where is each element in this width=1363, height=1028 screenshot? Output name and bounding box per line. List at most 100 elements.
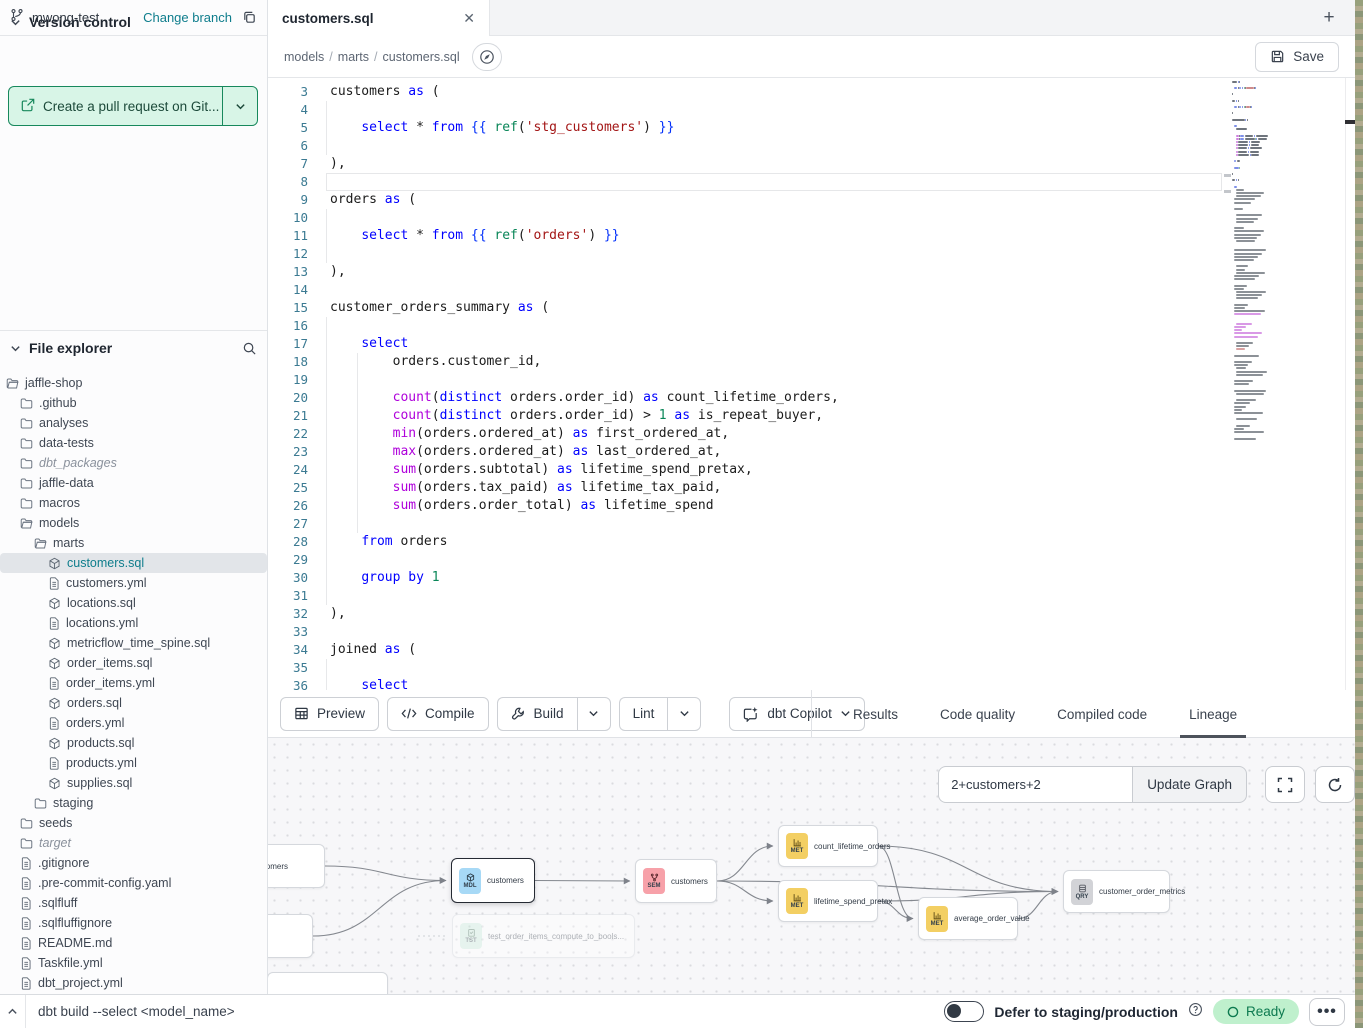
code-line-8[interactable]: 8 (268, 173, 1355, 191)
save-button[interactable]: Save (1255, 42, 1339, 72)
scrollbar-thumb[interactable] (1345, 120, 1355, 124)
code-line-20[interactable]: 20 count(distinct orders.order_id) as co… (268, 389, 1355, 407)
file-tree-item-order-items-yml[interactable]: order_items.yml (0, 673, 267, 693)
code-line-19[interactable]: 19 (268, 371, 1355, 389)
tab-results[interactable]: Results (832, 690, 919, 738)
copy-icon[interactable] (242, 10, 257, 25)
lineage-query-input[interactable] (938, 766, 1132, 803)
code-line-4[interactable]: 4 (268, 101, 1355, 119)
file-tree-item-orders-yml[interactable]: orders.yml (0, 713, 267, 733)
code-line-25[interactable]: 25 sum(orders.tax_paid) as lifetime_tax_… (268, 479, 1355, 497)
code-line-36[interactable]: 36 select (268, 677, 1355, 690)
code-line-5[interactable]: 5 select * from {{ ref('stg_customers') … (268, 119, 1355, 137)
lineage-node-customer-order-metrics[interactable]: QRYcustomer_order_metrics (1063, 870, 1170, 913)
editor-scrollbar[interactable] (1345, 78, 1355, 690)
file-tree-item-dbt-packages[interactable]: dbt_packages (0, 453, 267, 473)
file-tree-item-orders-sql[interactable]: orders.sql (0, 693, 267, 713)
file-tree-item-analyses[interactable]: analyses (0, 413, 267, 433)
code-line-21[interactable]: 21 count(distinct orders.order_id) > 1 a… (268, 407, 1355, 425)
tab-lineage[interactable]: Lineage (1168, 690, 1258, 738)
lineage-node-partial[interactable] (268, 972, 388, 994)
file-tree-item-supplies-sql[interactable]: supplies.sql (0, 773, 267, 793)
breadcrumb-file[interactable]: customers.sql (383, 50, 460, 64)
file-tree-item-taskfile-yml[interactable]: Taskfile.yml (0, 953, 267, 973)
code-line-30[interactable]: 30 group by 1 (268, 569, 1355, 587)
code-line-15[interactable]: 15customer_orders_summary as ( (268, 299, 1355, 317)
lineage-node-lifetime-spend-pretax[interactable]: METlifetime_spend_pretax (778, 880, 878, 922)
code-line-7[interactable]: 7), (268, 155, 1355, 173)
file-tree-item--gitignore[interactable]: .gitignore (0, 853, 267, 873)
build-caret[interactable] (577, 697, 611, 731)
breadcrumb-models[interactable]: models (284, 50, 324, 64)
tab-compiled-code[interactable]: Compiled code (1036, 690, 1168, 738)
help-icon[interactable] (1188, 1002, 1203, 1022)
code-line-26[interactable]: 26 sum(orders.order_total) as lifetime_s… (268, 497, 1355, 515)
code-line-17[interactable]: 17 select (268, 335, 1355, 353)
file-tree-item--sqlfluff[interactable]: .sqlfluff (0, 893, 267, 913)
new-tab-button[interactable]: + (1315, 4, 1343, 32)
code-line-24[interactable]: 24 sum(orders.subtotal) as lifetime_spen… (268, 461, 1355, 479)
code-line-6[interactable]: 6 (268, 137, 1355, 155)
code-line-18[interactable]: 18 orders.customer_id, (268, 353, 1355, 371)
code-line-9[interactable]: 9orders as ( (268, 191, 1355, 209)
code-line-35[interactable]: 35 (268, 659, 1355, 677)
create-pr-button[interactable]: Create a pull request on Git... (8, 86, 258, 126)
lint-button[interactable]: Lint (619, 697, 668, 731)
file-tree-item-models[interactable]: models (0, 513, 267, 533)
file-tree-item--sqlfluffignore[interactable]: .sqlfluffignore (0, 913, 267, 933)
file-tree-item-customers-yml[interactable]: customers.yml (0, 573, 267, 593)
file-tree-item--pre-commit-config-yaml[interactable]: .pre-commit-config.yaml (0, 873, 267, 893)
file-tree-item-customers-sql[interactable]: customers.sql (0, 553, 267, 573)
code-line-33[interactable]: 33 (268, 623, 1355, 641)
breadcrumb-marts[interactable]: marts (338, 50, 369, 64)
lineage-node-count-lifetime-orders[interactable]: METcount_lifetime_orders (778, 825, 878, 867)
file-tree-item-staging[interactable]: staging (0, 793, 267, 813)
code-line-28[interactable]: 28 from orders (268, 533, 1355, 551)
code-line-11[interactable]: 11 select * from {{ ref('orders') }} (268, 227, 1355, 245)
file-tree-item-order-items-sql[interactable]: order_items.sql (0, 653, 267, 673)
more-options-button[interactable]: ••• (1309, 998, 1345, 1026)
file-tree-item-jaffle-shop[interactable]: jaffle-shop (0, 373, 267, 393)
command-input[interactable]: dbt build --select <model_name> (38, 1004, 235, 1019)
file-tree-item--github[interactable]: .github (0, 393, 267, 413)
file-explorer-header[interactable]: File explorer (0, 331, 267, 362)
lineage-node-orders[interactable]: MDLorders (268, 914, 313, 958)
lineage-node-customers[interactable]: MDLcustomers (451, 858, 535, 903)
code-line-22[interactable]: 22 min(orders.ordered_at) as first_order… (268, 425, 1355, 443)
lineage-node-stg-customers[interactable]: MDLstg_customers (268, 844, 325, 888)
file-tree-item-metricflow-time-spine-sql[interactable]: metricflow_time_spine.sql (0, 633, 267, 653)
lint-caret[interactable] (667, 697, 701, 731)
file-tree-item-seeds[interactable]: seeds (0, 813, 267, 833)
build-button[interactable]: Build (497, 697, 577, 731)
search-icon[interactable] (242, 341, 257, 356)
code-line-3[interactable]: 3customers as ( (268, 83, 1355, 101)
change-branch-link[interactable]: Change branch (143, 10, 232, 25)
lineage-node-customers[interactable]: SEMcustomers (635, 859, 717, 903)
create-pr-caret[interactable] (223, 87, 257, 125)
preview-button[interactable]: Preview (280, 697, 379, 731)
code-line-10[interactable]: 10 (268, 209, 1355, 227)
code-line-32[interactable]: 32), (268, 605, 1355, 623)
code-line-34[interactable]: 34joined as ( (268, 641, 1355, 659)
file-tree-item-macros[interactable]: macros (0, 493, 267, 513)
file-tree-item-dbt-project-yml[interactable]: dbt_project.yml (0, 973, 267, 993)
code-line-31[interactable]: 31 (268, 587, 1355, 605)
file-tree-item-data-tests[interactable]: data-tests (0, 433, 267, 453)
update-graph-button[interactable]: Update Graph (1132, 766, 1247, 803)
tab-code-quality[interactable]: Code quality (919, 690, 1036, 738)
code-line-12[interactable]: 12 (268, 245, 1355, 263)
file-tree-item-products-sql[interactable]: products.sql (0, 733, 267, 753)
close-icon[interactable]: ✕ (463, 10, 475, 27)
compile-button[interactable]: Compile (387, 697, 489, 731)
code-line-23[interactable]: 23 max(orders.ordered_at) as last_ordere… (268, 443, 1355, 461)
code-line-16[interactable]: 16 (268, 317, 1355, 335)
defer-toggle[interactable] (944, 1001, 984, 1022)
file-tree-item-target[interactable]: target (0, 833, 267, 853)
code-line-13[interactable]: 13), (268, 263, 1355, 281)
compass-icon[interactable] (472, 43, 502, 71)
code-line-29[interactable]: 29 (268, 551, 1355, 569)
file-tree-item-jaffle-data[interactable]: jaffle-data (0, 473, 267, 493)
file-tree-item-locations-sql[interactable]: locations.sql (0, 593, 267, 613)
refresh-icon[interactable] (1315, 766, 1355, 803)
file-tree-item-products-yml[interactable]: products.yml (0, 753, 267, 773)
